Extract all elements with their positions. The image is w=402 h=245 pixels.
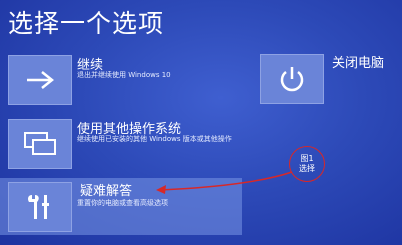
annotation-arrow: [156, 171, 293, 194]
